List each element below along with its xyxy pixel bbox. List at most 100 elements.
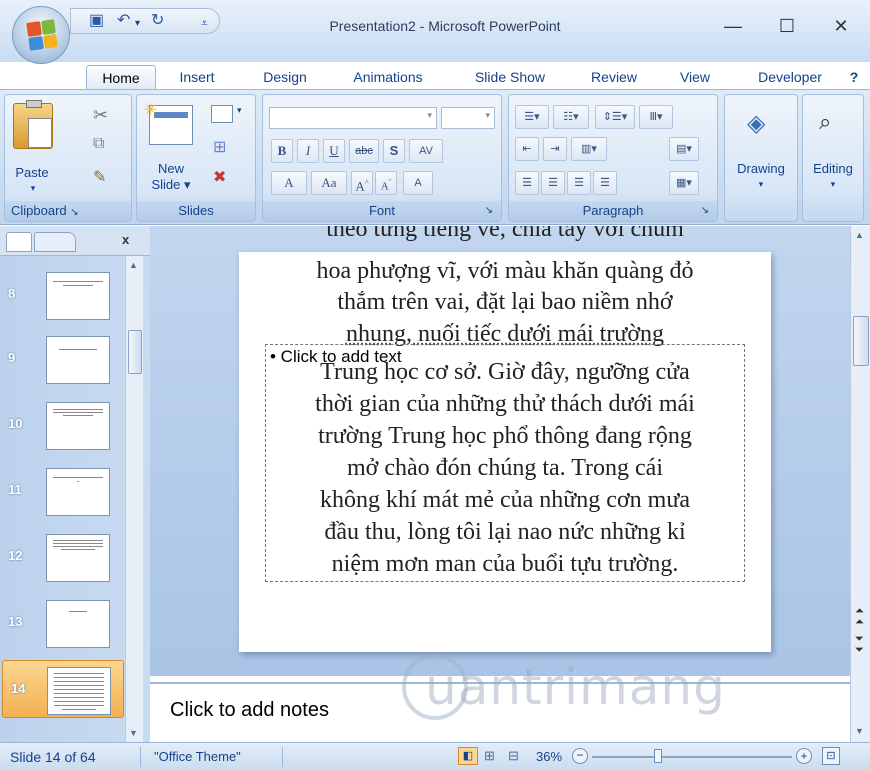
scroll-up-icon[interactable]: ▲ xyxy=(129,260,138,270)
change-case-button[interactable]: A xyxy=(271,171,307,195)
editing-group[interactable]: ⌕ Editing ▾ xyxy=(802,94,864,222)
bold-button[interactable]: B xyxy=(271,139,293,163)
minimize-button[interactable]: — xyxy=(718,16,748,37)
slide-thumbnail[interactable]: 13 xyxy=(0,594,125,652)
cut-icon[interactable]: ✂ xyxy=(93,105,108,126)
close-button[interactable]: ✕ xyxy=(826,16,856,37)
slide-thumbnail[interactable]: 8 xyxy=(0,266,125,324)
align-right-button[interactable]: ☰ xyxy=(567,171,591,195)
tab-review[interactable]: Review xyxy=(578,65,650,91)
new-slide-icon[interactable]: ✳ xyxy=(144,102,193,145)
zoom-level[interactable]: 36% xyxy=(536,749,562,764)
align-left-button[interactable]: ☰ xyxy=(515,171,539,195)
scroll-up-icon[interactable]: ▲ xyxy=(855,230,864,240)
tab-design[interactable]: Design xyxy=(250,65,320,91)
shrink-font-button[interactable]: Aˇ xyxy=(375,171,397,195)
text-line: thời gian của những thử thách dưới mái xyxy=(315,391,695,417)
reset-icon[interactable]: ⊞ xyxy=(213,137,226,157)
tab-view[interactable]: View xyxy=(664,65,726,91)
layout-icon[interactable] xyxy=(211,105,233,123)
thumbnail-number: 8 xyxy=(8,286,16,301)
justify-button[interactable]: ☰ xyxy=(593,171,617,195)
new-slide-label-1[interactable]: New xyxy=(141,161,201,176)
slide-sorter-icon[interactable]: ⊞ xyxy=(484,748,495,764)
fit-to-window-icon[interactable]: ⊡ xyxy=(822,747,840,765)
decrease-indent-button[interactable]: ⇤ xyxy=(515,137,539,161)
slide-thumbnail[interactable]: 11 xyxy=(0,462,125,520)
text-direction-button[interactable]: Ⅲ▾ xyxy=(639,105,673,129)
tab-slide-show[interactable]: Slide Show xyxy=(458,65,562,91)
tab-slides-icon[interactable] xyxy=(6,232,32,252)
zoom-out-button[interactable]: − xyxy=(572,748,588,764)
paste-dropdown-icon[interactable]: ▾ xyxy=(23,181,43,196)
smartart-button[interactable]: ▦▾ xyxy=(669,171,699,195)
columns-button[interactable]: ▥▾ xyxy=(571,137,607,161)
drawing-group[interactable]: ◈ Drawing ▾ xyxy=(724,94,798,222)
align-center-button[interactable]: ☰ xyxy=(541,171,565,195)
layout-dropdown-icon[interactable]: ▾ xyxy=(237,105,242,116)
binoculars-icon: ⌕ xyxy=(819,109,832,134)
paste-icon[interactable] xyxy=(13,100,53,149)
help-icon[interactable]: ? xyxy=(842,65,866,91)
underline-button[interactable]: U xyxy=(323,139,345,163)
paste-label[interactable]: Paste xyxy=(9,165,55,180)
slide-editing-area: theo từng tiếng ve, chia tay với chùm ho… xyxy=(150,226,850,676)
slide-scrollbar[interactable]: ▲ ⏶ ⏶ ⏷ ⏷ ▼ xyxy=(850,226,870,742)
font-dialog-launcher-icon[interactable]: ↘ xyxy=(485,201,493,221)
increase-indent-button[interactable]: ⇥ xyxy=(543,137,567,161)
paragraph-dialog-launcher-icon[interactable]: ↘ xyxy=(701,201,709,221)
dialog-launcher-icon[interactable]: ↘ xyxy=(70,207,78,218)
tab-developer[interactable]: Developer xyxy=(740,65,840,91)
scroll-down-icon[interactable]: ▼ xyxy=(129,728,138,738)
zoom-in-button[interactable]: + xyxy=(796,748,812,764)
copy-icon[interactable]: ⧉ xyxy=(93,135,104,153)
maximize-button[interactable]: ☐ xyxy=(772,16,802,37)
clear-formatting-button[interactable]: A xyxy=(403,171,433,195)
previous-slide-icon[interactable]: ⏶ ⏶ xyxy=(855,606,864,628)
strikethrough-button[interactable]: abc xyxy=(349,139,379,163)
scroll-thumb[interactable] xyxy=(128,330,142,374)
line-spacing-button[interactable]: ⇕☰▾ xyxy=(595,105,635,129)
slide-thumbnail[interactable]: 9 xyxy=(0,330,125,388)
slideshow-view-icon[interactable]: ⊟ xyxy=(508,748,519,764)
status-bar: Slide 14 of 64 "Office Theme" ◧ ⊞ ⊟ 36% … xyxy=(0,742,870,770)
close-pane-icon[interactable]: x xyxy=(122,232,129,247)
tab-home[interactable]: Home xyxy=(86,65,156,91)
numbering-button[interactable]: ☷▾ xyxy=(553,105,589,129)
tab-animations[interactable]: Animations xyxy=(336,65,440,91)
slide-canvas[interactable]: hoa phượng vĩ, với màu khăn quàng đỏ thắ… xyxy=(239,252,771,652)
thumbnails-scrollbar[interactable]: ▲ ▼ xyxy=(125,256,143,742)
delete-slide-icon[interactable]: ✖ xyxy=(213,167,226,187)
text-line: mở chào đón chúng ta. Trong cái xyxy=(347,455,663,481)
font-name-box[interactable]: ▾ xyxy=(269,107,437,129)
shadow-button[interactable]: S xyxy=(383,139,405,163)
tab-insert[interactable]: Insert xyxy=(164,65,230,91)
align-text-button[interactable]: ▤▾ xyxy=(669,137,699,161)
slide-thumbnail[interactable]: 12 xyxy=(0,528,125,586)
grow-font-button[interactable]: A^ xyxy=(351,171,373,195)
font-case-button[interactable]: Aa xyxy=(311,171,347,195)
normal-view-icon[interactable]: ◧ xyxy=(458,747,478,765)
notes-placeholder: Click to add notes xyxy=(170,699,329,721)
character-spacing-button[interactable]: AV xyxy=(409,139,443,163)
scroll-down-icon[interactable]: ▼ xyxy=(855,726,864,736)
next-slide-icon[interactable]: ⏷ ⏷ xyxy=(855,634,864,656)
office-button[interactable] xyxy=(12,6,70,64)
zoom-slider-handle[interactable] xyxy=(654,749,662,763)
font-size-box[interactable]: ▾ xyxy=(441,107,495,129)
new-slide-label-2[interactable]: Slide ▾ xyxy=(141,177,201,192)
content-placeholder[interactable]: • Click to add text Trung học cơ sở. Giờ… xyxy=(265,344,745,582)
zoom-slider[interactable] xyxy=(592,756,792,758)
drawing-icon: ◈ xyxy=(747,110,766,137)
theme-name[interactable]: "Office Theme" xyxy=(154,749,241,764)
paragraph-group: ☰▾ ☷▾ ⇕☰▾ Ⅲ▾ ⇤ ⇥ ▥▾ ▤▾ ☰ ☰ ☰ ☰ ▦▾ Paragr… xyxy=(508,94,718,222)
slide-thumbnail-selected[interactable]: 14 xyxy=(2,660,124,718)
italic-button[interactable]: I xyxy=(297,139,319,163)
slide-thumbnail[interactable]: 10 xyxy=(0,396,125,454)
text-line: Trung học cơ sở. Giờ đây, ngưỡng cửa xyxy=(320,359,690,385)
bullets-button[interactable]: ☰▾ xyxy=(515,105,549,129)
scroll-thumb[interactable] xyxy=(853,316,869,366)
tab-outline-icon[interactable] xyxy=(34,232,76,252)
slides-pane: x 8 9 10 11 12 13 14 ▲ ▼ xyxy=(0,226,150,742)
format-painter-icon[interactable]: ✎ xyxy=(93,167,106,187)
